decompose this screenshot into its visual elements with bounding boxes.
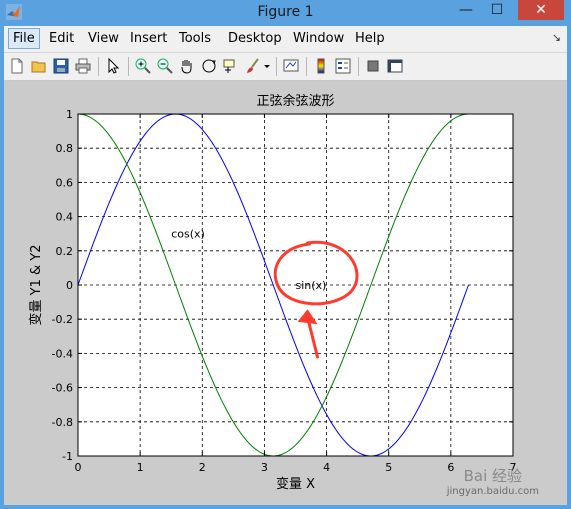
y-tick-label: -0.8	[52, 416, 73, 429]
annotation-sinx: sin(x)	[296, 279, 327, 292]
toolbar-separator	[306, 57, 307, 76]
hide-plot-tools-icon[interactable]	[364, 57, 382, 75]
baidu-watermark: Bai 经验 jingyan.baidu.com	[447, 465, 539, 497]
menu-view[interactable]: View	[86, 31, 121, 46]
print-icon[interactable]	[74, 57, 92, 75]
y-tick-label: -0.4	[52, 347, 73, 360]
toolbar-separator	[358, 57, 359, 76]
save-icon[interactable]	[52, 57, 70, 75]
toolbar-separator	[98, 57, 99, 76]
data-cursor-icon[interactable]	[222, 57, 240, 75]
watermark-url: jingyan.baidu.com	[446, 486, 539, 497]
menu-window[interactable]: Window	[291, 31, 346, 46]
dock-arrow-icon[interactable]: ↘	[552, 31, 561, 44]
toolbar-separator	[276, 57, 277, 76]
y-tick-label: 0.8	[56, 142, 74, 155]
minimize-button[interactable]: —	[453, 0, 479, 20]
x-tick-label: 5	[385, 461, 392, 474]
watermark-brand: Bai 经验	[463, 467, 523, 485]
zoom-in-icon[interactable]	[134, 57, 152, 75]
y-tick-label: -1	[62, 450, 73, 463]
menu-insert[interactable]: Insert	[128, 31, 169, 46]
zoom-out-icon[interactable]	[156, 57, 174, 75]
open-file-icon[interactable]	[30, 57, 48, 75]
legend-icon[interactable]	[334, 57, 352, 75]
menu-tools[interactable]: Tools	[177, 31, 213, 46]
annotation-cosx: cos(x)	[171, 228, 205, 241]
x-tick-label: 4	[323, 461, 330, 474]
y-axis-label: 变量 Y1 & Y2	[28, 245, 44, 326]
y-tick-label: 0	[66, 279, 73, 292]
x-tick-label: 0	[75, 461, 82, 474]
figure-canvas[interactable]: 0 1 2 3 4 5 6 7 1 0.8 0.6 0.4 0.2 0 -0.2 -0.4 -0.6 -0.8 -1…	[4, 81, 567, 505]
figure-toolbar	[4, 53, 567, 81]
y-tick-label: 0.6	[56, 176, 74, 189]
link-plot-icon[interactable]	[282, 57, 300, 75]
y-tick-label: -0.2	[52, 313, 73, 326]
chart-title: 正弦余弦波形	[256, 93, 334, 109]
menu-desktop[interactable]: Desktop	[226, 31, 284, 46]
rotate-3d-icon[interactable]	[200, 57, 218, 75]
x-tick-label: 2	[199, 461, 206, 474]
brush-icon[interactable]	[244, 57, 262, 75]
y-tick-label: 0.4	[56, 211, 74, 224]
y-tick-label: 1	[66, 108, 73, 121]
figure-window: Figure 1 — ☐ ✕ File Edit View Insert Too…	[0, 0, 571, 509]
plot-svg[interactable]: 0 1 2 3 4 5 6 710.80.60.40.20-0.2-0.4-0.6-0.8-1…	[4, 81, 567, 505]
x-tick-label: 1	[137, 461, 144, 474]
show-plot-tools-icon[interactable]	[386, 57, 404, 75]
menu-help[interactable]: Help	[353, 31, 387, 46]
menu-file[interactable]: File	[8, 28, 40, 49]
new-figure-icon[interactable]	[8, 57, 26, 75]
close-button[interactable]: ✕	[518, 0, 564, 20]
y-tick-label: -0.6	[52, 382, 73, 395]
dropdown-arrow-icon[interactable]	[262, 57, 272, 75]
window-client: File Edit View Insert Tools Desktop Wind…	[4, 26, 567, 505]
pointer-icon[interactable]	[104, 57, 122, 75]
toolbar-separator	[128, 57, 129, 76]
colorbar-icon[interactable]	[312, 57, 330, 75]
x-tick-label: 3	[261, 461, 268, 474]
pan-hand-icon[interactable]	[178, 57, 196, 75]
maximize-button[interactable]: ☐	[484, 0, 510, 20]
x-axis-label: 变量 X	[276, 476, 315, 492]
title-bar[interactable]: Figure 1 — ☐ ✕	[0, 0, 571, 26]
menu-bar: File Edit View Insert Tools Desktop Wind…	[4, 26, 567, 53]
y-tick-label: 0.2	[56, 245, 74, 258]
menu-edit[interactable]: Edit	[47, 31, 76, 46]
